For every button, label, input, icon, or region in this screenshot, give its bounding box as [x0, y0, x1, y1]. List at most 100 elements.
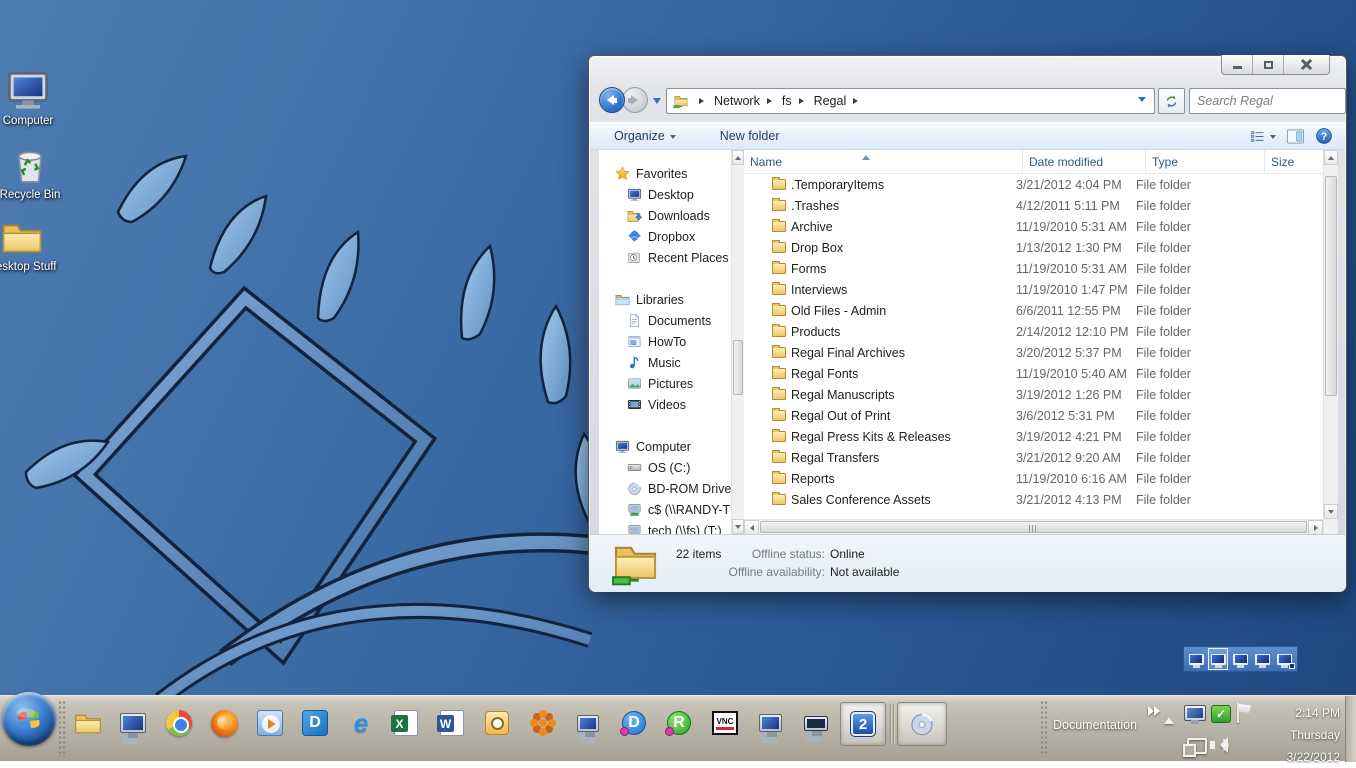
show-hidden-icons-button[interactable] — [1164, 712, 1174, 724]
taskbar-chrome-icon[interactable] — [164, 708, 194, 738]
switcher-desktop-1[interactable] — [1186, 648, 1206, 670]
file-row[interactable]: .Trashes4/12/2011 5:11 PMFile folder — [744, 195, 1323, 216]
taskbar-d-app-icon[interactable]: D — [300, 708, 330, 738]
desktop-icon-computer[interactable]: Computer — [0, 66, 74, 127]
sidebar-item-music[interactable]: Music — [599, 352, 731, 373]
address-bar[interactable]: Network fs Regal — [666, 88, 1155, 114]
switcher-desktop-2-active[interactable] — [1208, 648, 1228, 670]
scroll-up-button[interactable] — [1324, 150, 1338, 165]
sidebar-item-pictures[interactable]: Pictures — [599, 373, 731, 394]
scroll-up-button[interactable] — [732, 150, 744, 165]
sidebar-scrollbar[interactable] — [731, 150, 744, 534]
sidebar-item-dropbox[interactable]: Dropbox — [599, 226, 731, 247]
forward-button[interactable] — [622, 87, 648, 113]
search-input[interactable] — [1190, 94, 1356, 108]
taskbar-outlook-icon[interactable] — [482, 708, 512, 738]
file-row[interactable]: Old Files - Admin6/6/2011 12:55 PMFile f… — [744, 300, 1323, 321]
file-row[interactable]: Regal Manuscripts3/19/2012 1:26 PMFile f… — [744, 384, 1323, 405]
file-row[interactable]: Regal Out of Print3/6/2012 5:31 PMFile f… — [744, 405, 1323, 426]
breadcrumb-network[interactable]: Network — [714, 94, 760, 108]
scrollbar-thumb[interactable] — [760, 521, 1307, 533]
taskbar-picasa-icon[interactable] — [528, 708, 558, 738]
scroll-left-button[interactable] — [744, 520, 759, 535]
close-button[interactable] — [1284, 55, 1329, 74]
sidebar-section-computer[interactable]: Computer — [599, 436, 731, 457]
breadcrumb-fs[interactable]: fs — [782, 94, 792, 108]
file-row[interactable]: Sales Conference Assets3/21/2012 4:13 PM… — [744, 489, 1323, 510]
breadcrumb-regal[interactable]: Regal — [814, 94, 847, 108]
taskbar-network-computer-icon[interactable] — [755, 708, 785, 738]
sidebar-item-bdrom[interactable]: BD-ROM Drive ( — [599, 478, 731, 499]
new-folder-button[interactable]: New folder — [712, 124, 788, 148]
taskbar-clock[interactable]: 2:14 PM Thursday 3/22/2012 — [1252, 702, 1340, 768]
organize-button[interactable]: Organize — [606, 124, 684, 148]
tray-display-icon[interactable] — [1184, 705, 1206, 721]
sidebar-item-recent-places[interactable]: Recent Places — [599, 247, 731, 268]
column-header-type[interactable]: Type — [1146, 150, 1265, 174]
column-header-date[interactable]: Date modified — [1023, 150, 1146, 174]
desktop-icon-desktop-stuff[interactable]: Desktop Stuff — [0, 216, 68, 273]
sidebar-section-favorites[interactable]: Favorites — [599, 163, 731, 184]
file-row[interactable]: Regal Final Archives3/20/2012 5:37 PMFil… — [744, 342, 1323, 363]
tray-volume-icon[interactable] — [1210, 736, 1230, 754]
sidebar-item-os-c[interactable]: OS (C:) — [599, 457, 731, 478]
file-row[interactable]: .TemporaryItems3/21/2012 4:04 PMFile fol… — [744, 174, 1323, 195]
scroll-down-button[interactable] — [732, 519, 744, 534]
change-view-button[interactable] — [1250, 129, 1276, 144]
refresh-button[interactable] — [1158, 88, 1185, 114]
taskbar-display-icon[interactable] — [118, 708, 148, 738]
maximize-button[interactable] — [1253, 55, 1284, 74]
scrollbar-thumb[interactable] — [1325, 176, 1337, 396]
sidebar-item-documents[interactable]: Documents — [599, 310, 731, 331]
taskbar-excel-icon[interactable]: X — [391, 708, 421, 738]
documentation-toolbar[interactable]: Documentation — [1053, 718, 1137, 732]
taskbar-disc-app-button[interactable] — [897, 702, 947, 746]
back-button[interactable] — [599, 87, 625, 113]
file-row[interactable]: Regal Transfers3/21/2012 9:20 AMFile fol… — [744, 447, 1323, 468]
tray-network-icon[interactable] — [1187, 738, 1207, 754]
taskbar-remote-desktop-icon[interactable] — [573, 708, 603, 738]
minimize-button[interactable] — [1222, 55, 1253, 74]
column-header-size[interactable]: Size — [1265, 150, 1323, 174]
taskbar-vnc-icon[interactable]: VNC — [710, 708, 740, 738]
toolbar-overflow-chevron-icon[interactable] — [1148, 706, 1158, 716]
column-header-name[interactable]: Name — [744, 150, 1023, 174]
show-desktop-button[interactable] — [1345, 696, 1356, 762]
switcher-desktop-3[interactable] — [1230, 648, 1250, 670]
preview-pane-button[interactable] — [1286, 127, 1305, 146]
taskbar-media-player-icon[interactable] — [255, 708, 285, 738]
desktop-icon-recycle-bin[interactable]: Recycle Bin — [0, 142, 76, 201]
list-scrollbar[interactable] — [1323, 150, 1338, 534]
file-row[interactable]: Regal Press Kits & Releases3/19/2012 4:2… — [744, 426, 1323, 447]
scrollbar-thumb[interactable] — [733, 340, 743, 395]
taskbar-app2-button[interactable]: 2 — [840, 702, 886, 746]
taskbar-explorer-icon[interactable] — [73, 708, 103, 738]
sidebar-section-libraries[interactable]: Libraries — [599, 289, 731, 310]
scroll-down-button[interactable] — [1324, 504, 1338, 519]
file-row[interactable]: Interviews11/19/2010 1:47 PMFile folder — [744, 279, 1323, 300]
file-row[interactable]: Forms11/19/2010 5:31 AMFile folder — [744, 258, 1323, 279]
switcher-desktop-4[interactable] — [1253, 648, 1273, 670]
horizontal-scrollbar[interactable] — [744, 519, 1323, 534]
sidebar-item-desktop[interactable]: Desktop — [599, 184, 731, 205]
sidebar-item-howto[interactable]: HowTo — [599, 331, 731, 352]
action-center-button[interactable] — [1236, 703, 1252, 723]
help-button[interactable] — [1315, 127, 1333, 145]
file-row[interactable]: Products2/14/2012 12:10 PMFile folder — [744, 321, 1323, 342]
file-row[interactable]: Reports11/19/2010 6:16 AMFile folder — [744, 468, 1323, 489]
scroll-right-button[interactable] — [1308, 520, 1323, 535]
taskbar-d-circle-icon[interactable]: D — [619, 708, 649, 738]
taskbar-ie-icon[interactable]: e — [346, 708, 376, 738]
recent-pages-dropdown[interactable] — [653, 98, 661, 108]
file-row[interactable]: Regal Fonts11/19/2010 5:40 AMFile folder — [744, 363, 1323, 384]
file-row[interactable]: Drop Box1/13/2012 1:30 PMFile folder — [744, 237, 1323, 258]
sidebar-item-tech-t[interactable]: tech (\\fs) (T:) — [599, 520, 731, 534]
start-button[interactable] — [2, 692, 56, 746]
switcher-add-desktop[interactable] — [1275, 648, 1295, 670]
file-row[interactable]: Archive11/19/2010 5:31 AMFile folder — [744, 216, 1323, 237]
tray-sync-icon[interactable]: ✓ — [1211, 705, 1231, 723]
taskbar-word-icon[interactable]: W — [437, 708, 467, 738]
sidebar-item-c-share[interactable]: c$ (\\RANDY-TU — [599, 499, 731, 520]
taskbar-firefox-icon[interactable] — [209, 708, 239, 738]
taskbar-monitor-dark-icon[interactable] — [801, 708, 831, 738]
